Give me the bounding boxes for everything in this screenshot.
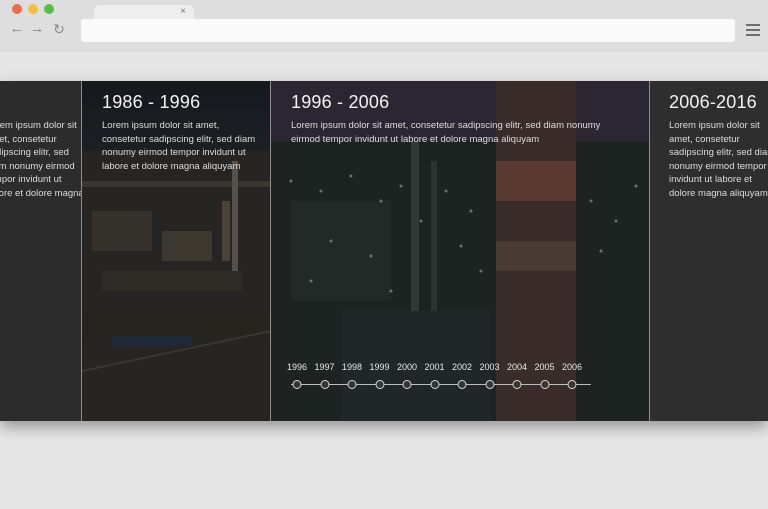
year-label[interactable]: 2003	[479, 362, 499, 372]
timeline-panel[interactable]: Lorem ipsum dolor sit amet, consetetur s…	[0, 81, 81, 421]
year-node[interactable]	[402, 380, 412, 389]
address-bar[interactable]	[81, 19, 735, 42]
forward-arrow-icon[interactable]: →	[29, 21, 45, 37]
year-node[interactable]	[292, 380, 302, 389]
reload-icon[interactable]: ↻	[51, 21, 67, 37]
close-window-button[interactable]	[12, 4, 22, 14]
year-node[interactable]	[567, 380, 577, 389]
year-node[interactable]	[485, 380, 494, 389]
year-node[interactable]	[457, 380, 467, 389]
year-label[interactable]: 2005	[534, 362, 554, 372]
browser-tab[interactable]: ×	[94, 5, 194, 20]
period-title: 1996 - 2006	[291, 92, 390, 112]
year-label[interactable]: 1999	[369, 362, 389, 372]
year-label[interactable]: 1996	[287, 362, 307, 372]
timeline-panel-active[interactable]: 1996 - 2006 Lorem ipsum dolor sit amet, …	[270, 81, 650, 421]
year-label[interactable]: 2002	[452, 362, 472, 372]
browser-chrome: × ← → ↻	[0, 0, 768, 52]
maximize-window-button[interactable]	[44, 4, 54, 14]
year-selector: 1996 1997 1998 1999 2000 2001 2002 2003 2004 2005…	[287, 362, 591, 392]
year-node[interactable]	[430, 380, 439, 389]
period-title: 1986 - 1996	[102, 92, 201, 112]
period-title: 2006-2016	[669, 92, 757, 112]
year-node[interactable]	[347, 380, 357, 389]
year-label[interactable]: 2000	[397, 362, 417, 372]
year-label[interactable]: 1997	[314, 362, 334, 372]
panel-text: Lorem ipsum dolor sit amet, consetetur s…	[291, 120, 601, 145]
tab-close-icon[interactable]: ×	[180, 5, 186, 19]
year-label[interactable]: 2004	[507, 362, 527, 372]
year-label[interactable]: 2006	[562, 362, 582, 372]
year-node[interactable]	[375, 380, 384, 389]
year-label[interactable]: 2001	[424, 362, 444, 372]
year-node[interactable]	[320, 380, 329, 389]
minimize-window-button[interactable]	[28, 4, 38, 14]
timeline-panel[interactable]: 2006-2016 Lorem ipsum dolor sit amet, co…	[649, 81, 768, 421]
panel-text: Lorem ipsum dolor sit amet, consetetur s…	[0, 120, 81, 199]
hamburger-menu-icon[interactable]	[746, 24, 760, 36]
year-label[interactable]: 1998	[342, 362, 362, 372]
panel-text: Lorem ipsum dolor sit amet, consetetur s…	[102, 120, 256, 172]
timeline-slider: Lorem ipsum dolor sit amet, consetetur s…	[0, 81, 768, 421]
year-node[interactable]	[512, 380, 522, 389]
panel-text: Lorem ipsum dolor sit amet, consetetur s…	[669, 120, 768, 199]
year-node[interactable]	[540, 380, 549, 389]
timeline-panel[interactable]: 1986 - 1996 Lorem ipsum dolor sit amet, …	[81, 81, 271, 421]
back-arrow-icon[interactable]: ←	[9, 21, 25, 37]
